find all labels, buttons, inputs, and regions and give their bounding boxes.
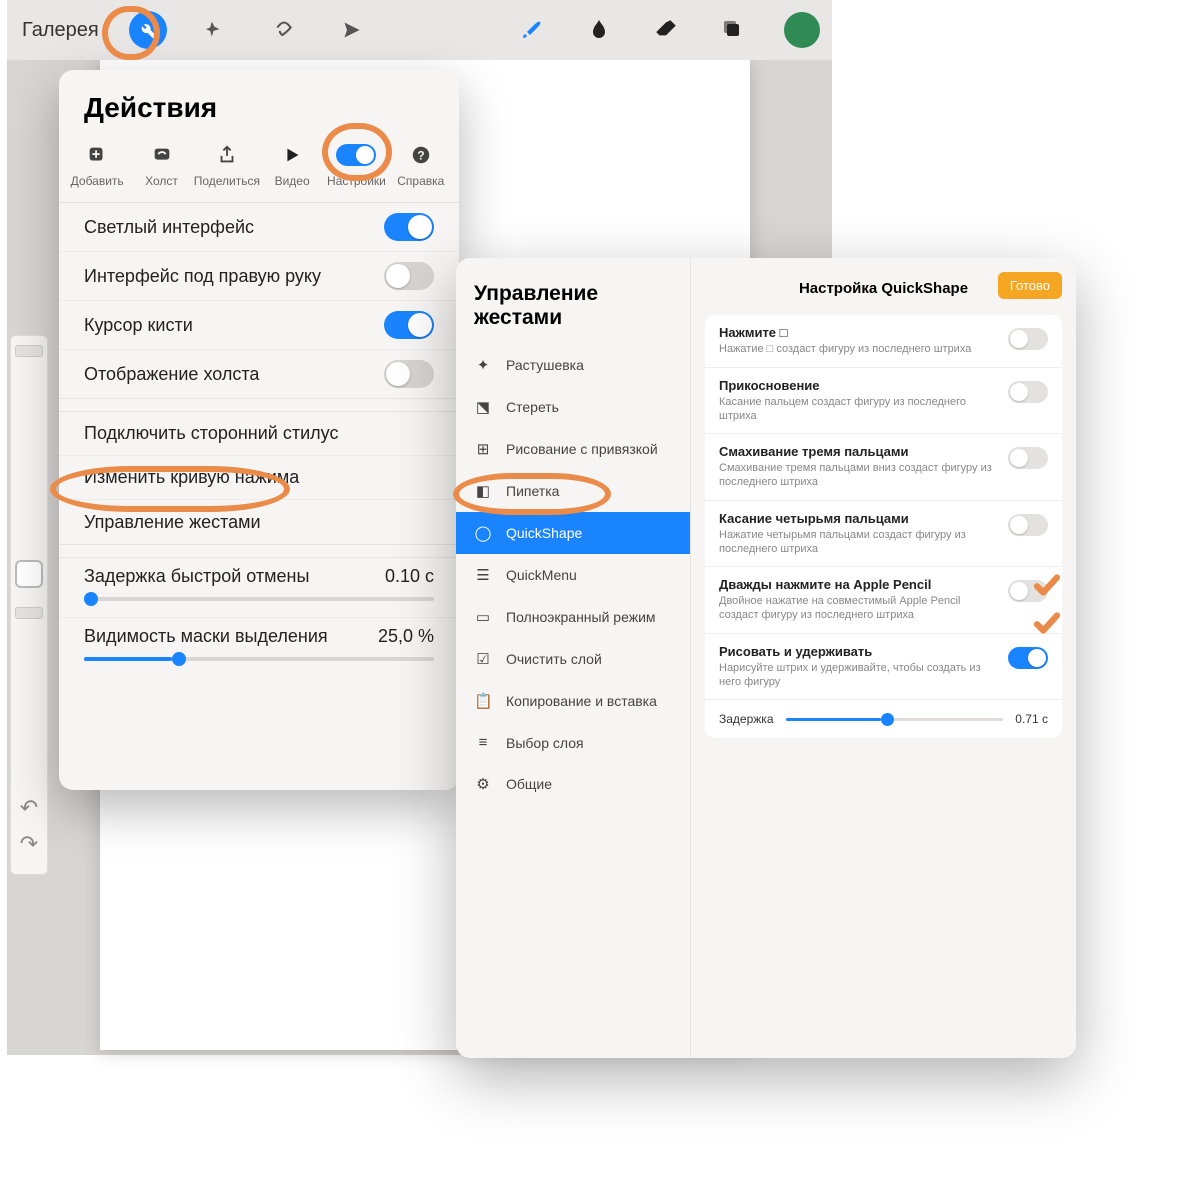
gesture-item-quickmenu[interactable]: ☰QuickMenu: [456, 554, 690, 596]
brush-icon[interactable]: [516, 14, 548, 46]
top-toolbar: Галерея: [7, 0, 832, 60]
switch-opt-1[interactable]: [1008, 381, 1048, 403]
gesture-controls-panel: Управление жестами ✦Растушевка ⬔Стереть …: [456, 258, 1076, 1058]
switch-opt-5[interactable]: [1008, 647, 1048, 669]
actions-wrench-icon[interactable]: [129, 11, 167, 49]
gear-icon: ⚙: [474, 775, 492, 793]
erase-icon: ⬔: [474, 398, 492, 416]
row-right-hand[interactable]: Интерфейс под правую руку: [59, 252, 459, 301]
gesture-item-eyedropper[interactable]: ◧Пипетка: [456, 470, 690, 512]
play-icon: [281, 142, 303, 168]
add-icon: [86, 142, 108, 168]
quickshape-delay-row: Задержка 0.71 с: [705, 700, 1062, 738]
mask-visibility-value: 25,0 %: [378, 626, 434, 647]
switch-opt-4[interactable]: [1008, 580, 1048, 602]
eraser-icon[interactable]: [650, 14, 682, 46]
layer-select-icon: ≡: [474, 734, 492, 751]
opacity-thumb[interactable]: [15, 607, 43, 619]
tab-video[interactable]: Видео: [260, 140, 324, 190]
gesture-item-general[interactable]: ⚙Общие: [456, 763, 690, 805]
gesture-item-layer-select[interactable]: ≡Выбор слоя: [456, 722, 690, 763]
switch-light-interface[interactable]: [384, 213, 434, 241]
gallery-button[interactable]: Галерея: [22, 19, 99, 42]
eyedropper-icon: ◧: [474, 482, 492, 500]
option-tap[interactable]: Нажмите □Нажатие □ создаст фигуру из пос…: [705, 315, 1062, 368]
share-icon: [216, 142, 238, 168]
row-pressure-curve[interactable]: Изменить кривую нажима: [59, 456, 459, 500]
switch-right-hand[interactable]: [384, 262, 434, 290]
gesture-detail-pane: Готово Настройка QuickShape Нажмите □Наж…: [691, 258, 1076, 1058]
assisted-draw-icon: ⊞: [474, 440, 492, 458]
tab-share[interactable]: Поделиться: [194, 140, 260, 190]
tab-settings[interactable]: Настройки: [324, 140, 388, 190]
switch-opt-0[interactable]: [1008, 328, 1048, 350]
smudge-icon[interactable]: [583, 14, 615, 46]
row-light-interface[interactable]: Светлый интерфейс: [59, 203, 459, 252]
row-third-party-stylus[interactable]: Подключить сторонний стилус: [59, 412, 459, 456]
gesture-item-assisted[interactable]: ⊞Рисование с привязкой: [456, 428, 690, 470]
help-icon: ?: [410, 142, 432, 168]
delay-value: 0.71 с: [1015, 712, 1048, 726]
redo-button[interactable]: ↷: [10, 826, 48, 862]
adjustments-icon[interactable]: [197, 11, 235, 49]
row-gesture-controls[interactable]: Управление жестами: [59, 500, 459, 544]
clear-layer-icon: ☑: [474, 650, 492, 668]
option-pencil-double-tap[interactable]: Дважды нажмите на Apple PencilДвойное на…: [705, 567, 1062, 634]
done-button[interactable]: Готово: [998, 272, 1062, 299]
gesture-item-quickshape[interactable]: ◯QuickShape: [456, 512, 690, 554]
quickshape-options-card: Нажмите □Нажатие □ создаст фигуру из пос…: [705, 315, 1062, 738]
mask-visibility-label: Видимость маски выделения: [84, 626, 328, 647]
layers-icon[interactable]: [717, 14, 749, 46]
gesture-item-smudge[interactable]: ✦Растушевка: [456, 344, 690, 386]
svg-text:?: ?: [417, 149, 424, 163]
fullscreen-icon: ▭: [474, 608, 492, 626]
gesture-category-list: Управление жестами ✦Растушевка ⬔Стереть …: [456, 258, 691, 1058]
option-four-finger[interactable]: Касание четырьмя пальцамиНажатие четырьм…: [705, 501, 1062, 568]
tab-add[interactable]: Добавить: [65, 140, 129, 190]
brush-size-thumb[interactable]: [15, 345, 43, 357]
gesture-item-erase[interactable]: ⬔Стереть: [456, 386, 690, 428]
row-mask-visibility: Видимость маски выделения 25,0 %: [59, 618, 459, 677]
option-touch[interactable]: ПрикосновениеКасание пальцем создаст фиг…: [705, 368, 1062, 435]
settings-toggle-icon: [336, 142, 376, 168]
actions-popover: Действия Добавить Холст Поделиться Видео…: [59, 70, 459, 790]
undo-delay-slider[interactable]: [84, 597, 434, 601]
gesture-item-copy-paste[interactable]: 📋Копирование и вставка: [456, 680, 690, 722]
clipboard-icon: 📋: [474, 692, 492, 710]
switch-canvas-display[interactable]: [384, 360, 434, 388]
option-three-finger[interactable]: Смахивание тремя пальцамиСмахивание трем…: [705, 434, 1062, 501]
modifier-button[interactable]: [15, 560, 43, 588]
undo-delay-label: Задержка быстрой отмены: [84, 566, 309, 587]
gesture-item-clear-layer[interactable]: ☑Очистить слой: [456, 638, 690, 680]
transform-arrow-icon[interactable]: [333, 11, 371, 49]
row-canvas-display[interactable]: Отображение холста: [59, 350, 459, 398]
selection-icon[interactable]: [265, 11, 303, 49]
tab-help[interactable]: ?Справка: [389, 140, 453, 190]
undo-delay-value: 0.10 с: [385, 566, 434, 587]
gesture-title: Управление жестами: [456, 276, 690, 344]
actions-title: Действия: [59, 88, 459, 132]
switch-opt-2[interactable]: [1008, 447, 1048, 469]
undo-button[interactable]: ↶: [10, 790, 48, 826]
delay-slider[interactable]: [786, 718, 1004, 721]
gesture-item-fullscreen[interactable]: ▭Полноэкранный режим: [456, 596, 690, 638]
quickmenu-icon: ☰: [474, 566, 492, 584]
mask-visibility-slider[interactable]: [84, 657, 434, 661]
option-draw-hold[interactable]: Рисовать и удерживатьНарисуйте штрих и у…: [705, 634, 1062, 701]
row-brush-cursor[interactable]: Курсор кисти: [59, 301, 459, 350]
undo-redo-group: ↶ ↷: [10, 790, 48, 870]
canvas-icon: [151, 142, 173, 168]
switch-opt-3[interactable]: [1008, 514, 1048, 536]
delay-label: Задержка: [719, 712, 774, 726]
switch-brush-cursor[interactable]: [384, 311, 434, 339]
smudge-icon: ✦: [474, 356, 492, 374]
tab-canvas[interactable]: Холст: [129, 140, 193, 190]
quickshape-icon: ◯: [474, 524, 492, 542]
actions-tab-row: Добавить Холст Поделиться Видео Настройк…: [59, 132, 459, 203]
row-undo-delay: Задержка быстрой отмены 0.10 с: [59, 558, 459, 618]
color-swatch[interactable]: [784, 12, 820, 48]
